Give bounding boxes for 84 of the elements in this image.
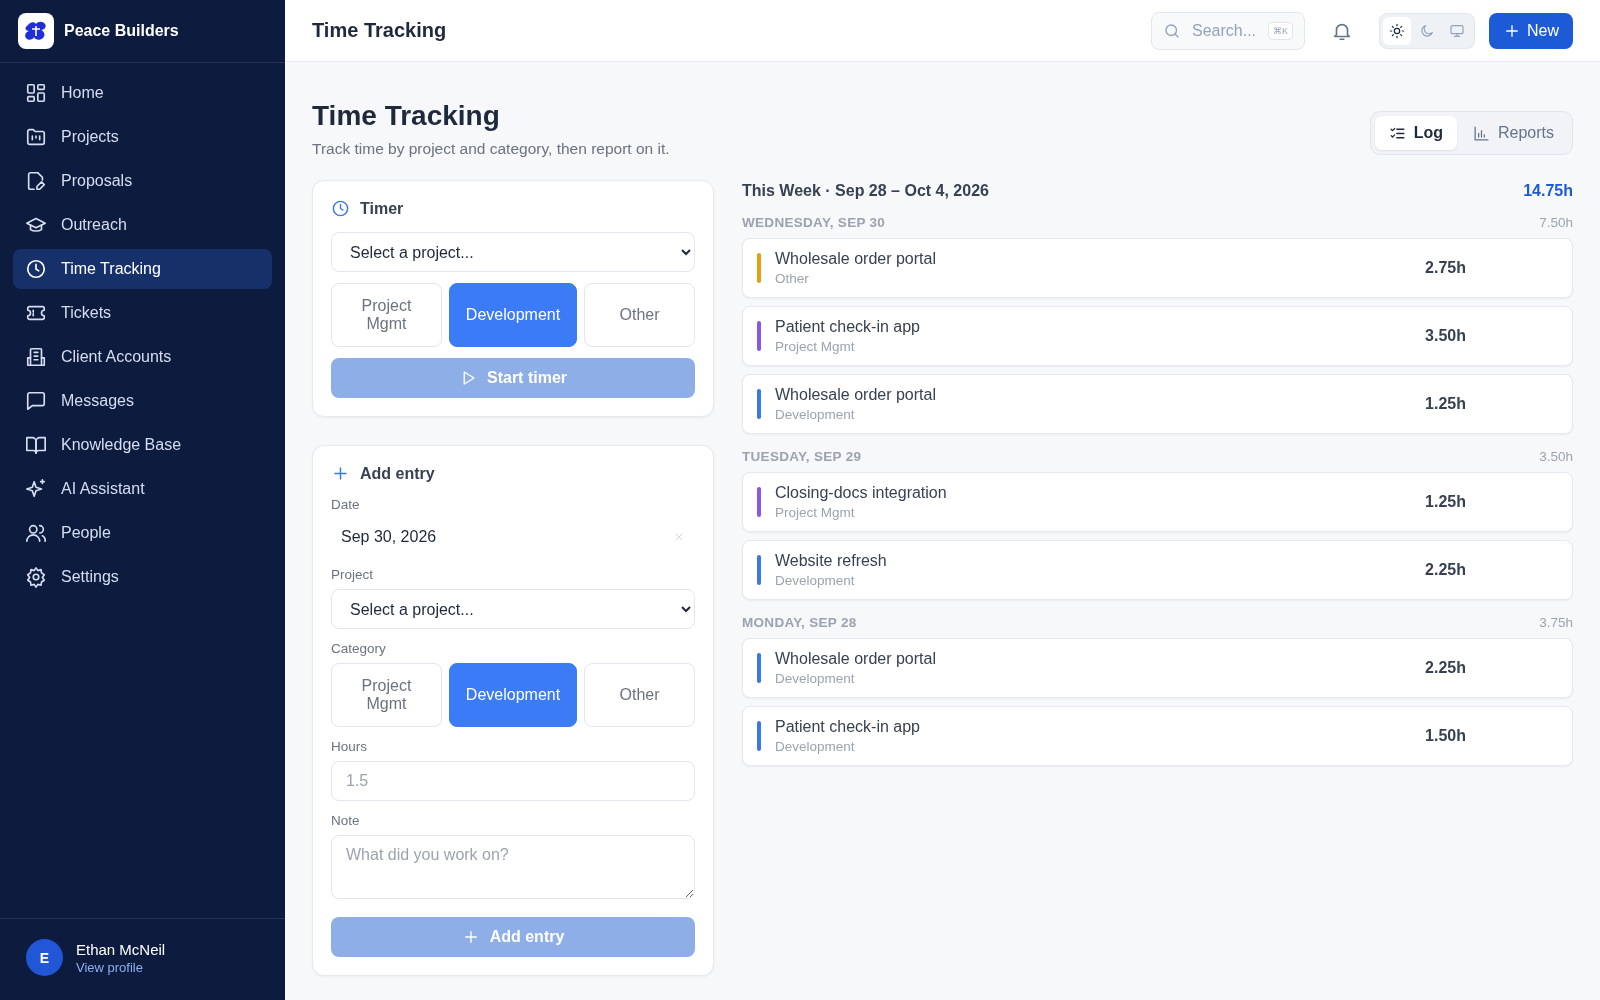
sidebar-item[interactable]: Tickets bbox=[13, 293, 272, 333]
plus-icon bbox=[331, 464, 350, 483]
logo-icon bbox=[18, 13, 54, 49]
field-label: Note bbox=[331, 813, 361, 828]
entry-category: Other bbox=[775, 271, 810, 286]
chat-bubble-icon bbox=[25, 390, 47, 412]
entry-hours: 3.50h bbox=[1425, 327, 1466, 345]
time-entry[interactable]: Website refresh Development 2.25h bbox=[742, 540, 1573, 600]
field-label: Date bbox=[331, 497, 361, 512]
field-label: Category bbox=[331, 641, 387, 656]
page-title: Time Tracking bbox=[312, 100, 501, 132]
day-label: MONDAY, SEP 28 bbox=[742, 615, 857, 630]
entry-category: Development bbox=[775, 671, 856, 686]
time-entry[interactable]: Wholesale order portal Development 1.25h bbox=[742, 374, 1573, 434]
entry-hours: 2.25h bbox=[1425, 561, 1466, 579]
sidebar-item[interactable]: Projects bbox=[13, 117, 272, 157]
field-label: Hours bbox=[331, 739, 368, 754]
entry-category: Development bbox=[775, 573, 856, 588]
time-entry[interactable]: Wholesale order portal Other 2.75h bbox=[742, 238, 1573, 298]
entry-project: Wholesale order portal bbox=[775, 650, 937, 668]
time-entry[interactable]: Wholesale order portal Development 2.25h bbox=[742, 638, 1573, 698]
monitor-icon bbox=[1449, 22, 1465, 39]
sparkle-icon bbox=[25, 478, 47, 500]
open-book-icon bbox=[25, 434, 47, 456]
user-name: Ethan McNeil bbox=[76, 940, 166, 958]
entry-hours: 1.25h bbox=[1425, 395, 1466, 413]
sidebar-item[interactable]: Outreach bbox=[13, 205, 272, 245]
time-entry[interactable]: Closing-docs integration Project Mgmt 1.25h bbox=[742, 472, 1573, 532]
avatar[interactable]: E bbox=[26, 939, 63, 976]
grid-icon bbox=[25, 82, 47, 104]
profile-link[interactable]: View profile bbox=[76, 959, 166, 975]
gear-icon bbox=[25, 566, 47, 588]
sidebar-item[interactable]: Client Accounts bbox=[13, 337, 272, 377]
entry-category: Development bbox=[775, 407, 856, 422]
entry-project: Closing-docs integration bbox=[775, 484, 948, 502]
time-entry[interactable]: Patient check-in app Development 1.50h bbox=[742, 706, 1573, 766]
field-label: Project bbox=[331, 567, 375, 582]
week-title: This Week · Sep 28 – Oct 4, 2026 bbox=[742, 182, 989, 200]
brand-name: Peace Builders bbox=[64, 22, 179, 40]
sidebar-item[interactable]: AI Assistant bbox=[13, 469, 272, 509]
view-tab[interactable]: Log bbox=[1374, 116, 1457, 150]
week-total: 14.75h bbox=[1523, 182, 1573, 200]
day-label: TUESDAY, SEP 29 bbox=[742, 449, 862, 464]
entry-project: Patient check-in app bbox=[775, 718, 921, 736]
clear-icon bbox=[673, 531, 685, 543]
header-title: Time Tracking bbox=[312, 19, 448, 42]
card-title: Timer bbox=[360, 199, 404, 218]
entry-category: Project Mgmt bbox=[775, 339, 856, 354]
entry-project: Wholesale order portal bbox=[775, 386, 937, 404]
entry-category: Project Mgmt bbox=[775, 505, 856, 520]
page-subtitle: Track time by project and category, then report on it. bbox=[312, 140, 670, 158]
card-title: Add entry bbox=[360, 464, 435, 483]
sidebar-item[interactable]: People bbox=[13, 513, 272, 553]
building-icon bbox=[25, 346, 47, 368]
entry-project: Wholesale order portal bbox=[775, 250, 937, 268]
entry-project: Website refresh bbox=[775, 552, 888, 570]
sidebar-item[interactable]: Time Tracking bbox=[13, 249, 272, 289]
view-tab[interactable]: Reports bbox=[1458, 116, 1568, 150]
entry-project: Patient check-in app bbox=[775, 318, 921, 336]
entry-hours: 2.75h bbox=[1425, 259, 1466, 277]
clock-icon bbox=[331, 199, 350, 218]
entry-hours: 1.50h bbox=[1425, 727, 1466, 745]
sidebar-item[interactable]: Settings bbox=[13, 557, 272, 597]
clock-icon bbox=[25, 258, 47, 280]
sun-icon bbox=[1389, 22, 1405, 39]
moon-icon bbox=[1419, 22, 1435, 39]
folder-icon bbox=[25, 126, 47, 148]
day-total: 3.50h bbox=[1539, 449, 1573, 464]
day-total: 3.75h bbox=[1539, 615, 1573, 630]
time-entry[interactable]: Patient check-in app Project Mgmt 3.50h bbox=[742, 306, 1573, 366]
day-total: 7.50h bbox=[1539, 215, 1573, 230]
entry-hours: 1.25h bbox=[1425, 493, 1466, 511]
document-pen-icon bbox=[25, 170, 47, 192]
sidebar-item[interactable]: Home bbox=[13, 73, 272, 113]
people-icon bbox=[25, 522, 47, 544]
day-label: WEDNESDAY, SEP 30 bbox=[742, 215, 886, 230]
bar-chart-icon bbox=[1472, 124, 1490, 142]
entry-category: Development bbox=[775, 739, 856, 754]
entry-hours: 2.25h bbox=[1425, 659, 1466, 677]
sidebar-item[interactable]: Messages bbox=[13, 381, 272, 421]
new-button[interactable]: New bbox=[1489, 12, 1573, 49]
sidebar-item[interactable]: Proposals bbox=[13, 161, 272, 201]
theme-option[interactable] bbox=[1383, 16, 1411, 45]
sidebar-item[interactable]: Knowledge Base bbox=[13, 425, 272, 465]
